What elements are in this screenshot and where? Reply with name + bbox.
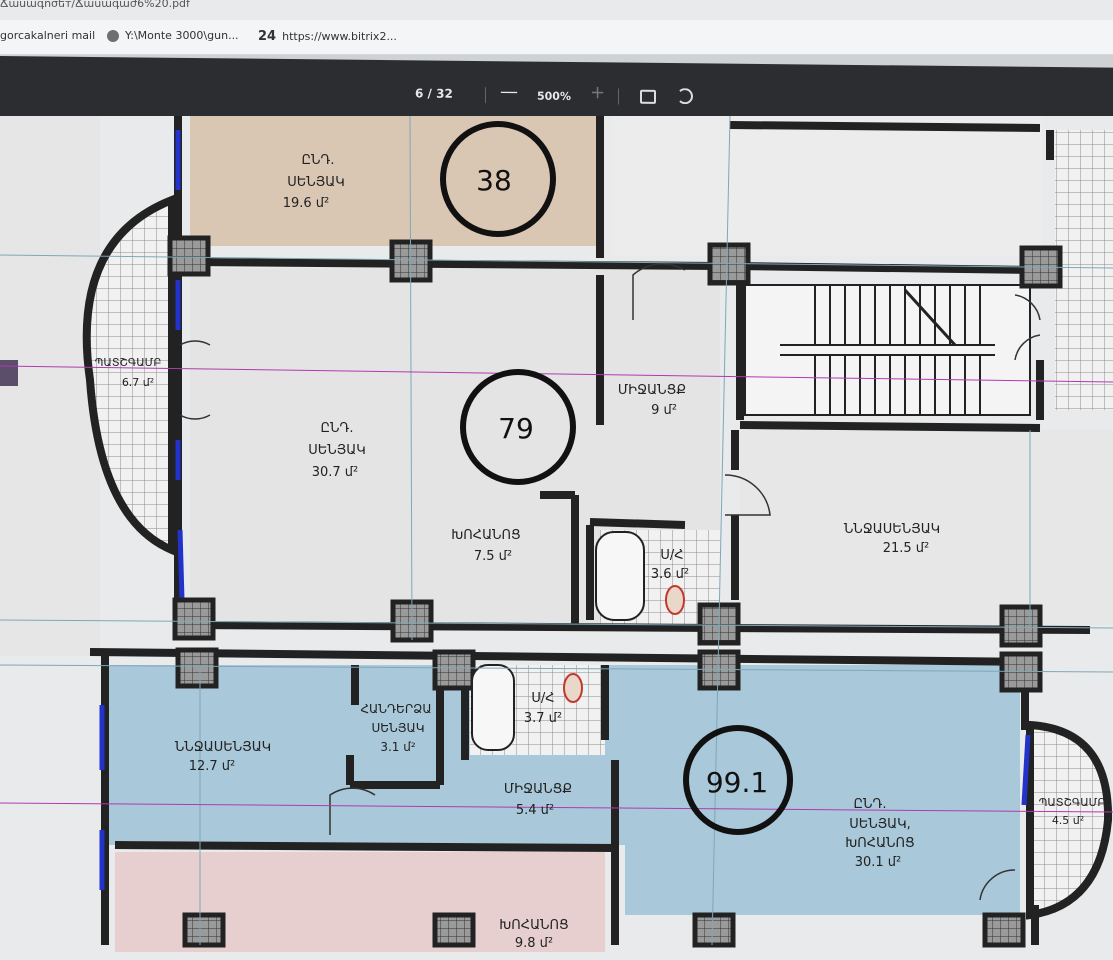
room-area: 12.7 մ² <box>189 759 236 774</box>
room-label: ԸՆԴ. <box>321 421 354 436</box>
room-area: 9.8 մ² <box>515 936 553 951</box>
room-label: ՄԻՋԱՆՑՔ <box>618 383 686 398</box>
room-area: 5.4 մ² <box>516 803 554 818</box>
bitrix-icon: 24 <box>258 29 277 44</box>
room-area: 21.5 մ² <box>883 541 930 556</box>
apartment-number: 79 <box>498 412 534 445</box>
room-label: ԽՈՀԱՆՈՑ <box>451 528 520 543</box>
room-area: 3.7 մ² <box>524 711 562 726</box>
room-label: ՄԻՋԱՆՑՔ <box>504 782 572 797</box>
bookmark-gorcakalneri-mail[interactable]: gorcakalneri mail <box>0 29 95 42</box>
zoom-out-button[interactable]: — <box>500 81 518 102</box>
browser-tab-strip: Ճասագոσեт/Ճասագաժ6%20.pdf <box>0 0 1113 20</box>
tab-title[interactable]: Ճասագոσեт/Ճասագաժ6%20.pdf <box>0 0 190 11</box>
room-label: ՆՆՋԱՍԵՆՅԱԿ <box>175 740 271 755</box>
marker <box>0 360 18 386</box>
room-area: 30.1 մ² <box>855 855 902 870</box>
room-label: Ս/Հ <box>660 548 683 563</box>
room-label: ԽՈՀԱՆՈՑ <box>845 836 914 851</box>
room-label: Ս/Հ <box>531 691 554 706</box>
room-fill-38 <box>190 116 598 246</box>
room-label: ԽՈՀԱՆՈՑ <box>499 918 568 933</box>
room-label: ՊԱՏՇԳԱՄԲ <box>95 356 162 369</box>
room-area: 6.7 մ² <box>122 376 154 389</box>
room-label: ՍԵՆՅԱԿ, <box>849 817 911 832</box>
room-fill <box>612 116 1042 256</box>
divider <box>618 88 619 105</box>
staircase <box>744 284 1031 416</box>
room-area: 19.6 մ² <box>283 196 330 211</box>
floor-plan: 38 79 99.1 ԸՆԴ. ՍԵՆՅԱԿ 19.6 մ² ՊԱՏՇԳԱՄԲ … <box>0 116 1113 952</box>
zoom-in-button[interactable]: + <box>590 82 605 103</box>
divider <box>485 87 486 104</box>
room-label: ՍԵՆՅԱԿ <box>371 721 424 735</box>
room-area: 7.5 մ² <box>474 549 512 564</box>
bookmark-label: Y:\Monte 3000\gun... <box>125 29 239 42</box>
room-area: 9 մ² <box>651 403 677 418</box>
apartment-number: 38 <box>476 164 512 197</box>
room-area: 3.6 մ² <box>651 567 689 582</box>
bookmark-bitrix[interactable]: 24 https://www.bitrix2... <box>258 29 397 44</box>
bookmark-label: https://www.bitrix2... <box>282 30 397 43</box>
zoom-level-input[interactable]: 500% <box>537 90 571 103</box>
room-area: 30.7 մ² <box>312 465 359 480</box>
page-indicator[interactable]: 6 / 32 <box>415 86 453 100</box>
room-label: ԸՆԴ. <box>302 153 335 168</box>
room-area: 4.5 մ² <box>1052 814 1084 827</box>
room-label: ԸՆԴ. <box>854 797 887 812</box>
bookmarks-bar: gorcakalneri mail Y:\Monte 3000\gun... 2… <box>0 20 1113 55</box>
balcony-top-right <box>1055 130 1113 410</box>
globe-icon <box>107 29 119 42</box>
room-label: ՍԵՆՅԱԿ <box>308 443 365 458</box>
bookmark-monte-folder[interactable]: Y:\Monte 3000\gun... <box>107 29 239 42</box>
room-label: ՍԵՆՅԱԿ <box>287 175 344 190</box>
apartment-number: 99.1 <box>706 766 768 799</box>
room-label: ՆՆՋԱՍԵՆՅԱԿ <box>844 522 940 537</box>
fit-page-icon[interactable] <box>640 89 656 104</box>
bookmark-label: gorcakalneri mail <box>0 29 96 42</box>
room-label: ՊԱՏՇԳԱՄԲ <box>1039 796 1106 809</box>
pdf-viewer[interactable]: 38 79 99.1 ԸՆԴ. ՍԵՆՅԱԿ 19.6 մ² ՊԱՏՇԳԱՄԲ … <box>0 116 1113 960</box>
room-area: 3.1 մ² <box>380 740 416 754</box>
room-label: ՀԱՆԴԵՐՁԱ <box>360 702 431 716</box>
rotate-icon[interactable] <box>677 88 693 105</box>
